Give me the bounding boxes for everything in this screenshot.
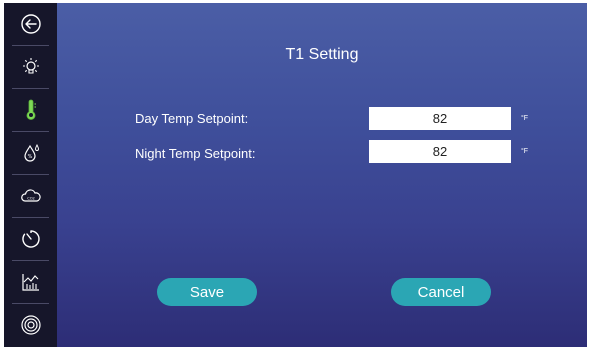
timer-icon [21, 230, 40, 248]
chart-icon [21, 274, 39, 291]
svg-text:CO2: CO2 [27, 197, 35, 201]
nav-light[interactable] [4, 46, 57, 88]
night-temp-input[interactable] [369, 140, 511, 163]
nav-co2[interactable]: CO2 [4, 175, 57, 217]
day-temp-input[interactable] [369, 107, 511, 130]
nav-settings[interactable] [4, 304, 57, 346]
night-temp-label: Night Temp Setpoint: [135, 146, 256, 161]
humidity-icon: % [23, 143, 39, 162]
co2-cloud-icon: CO2 [20, 189, 41, 202]
light-bulb-icon [22, 58, 39, 74]
nav-timer[interactable] [4, 218, 57, 260]
thermometer-icon [26, 99, 36, 120]
day-temp-label: Day Temp Setpoint: [135, 111, 249, 126]
cancel-button[interactable]: Cancel [391, 278, 491, 306]
nav-back[interactable] [4, 3, 57, 45]
back-arrow-icon [20, 14, 41, 34]
nav-chart[interactable] [4, 261, 57, 303]
save-button[interactable]: Save [157, 278, 257, 306]
settings-panel: T1 Setting Day Temp Setpoint: °F Night T… [57, 3, 587, 347]
nav-humidity[interactable]: % [4, 132, 57, 174]
device-screen: % CO2 T1 Setting Day Temp Setpoint: 82 °… [4, 3, 587, 347]
svg-text:%: % [27, 154, 32, 160]
night-temp-unit: °F [521, 148, 529, 155]
day-temp-unit: °F [521, 115, 529, 122]
nav-temperature[interactable] [4, 89, 57, 131]
sidebar: % CO2 [4, 3, 57, 347]
settings-circle-icon [20, 315, 41, 335]
page-title: T1 Setting [285, 46, 359, 63]
